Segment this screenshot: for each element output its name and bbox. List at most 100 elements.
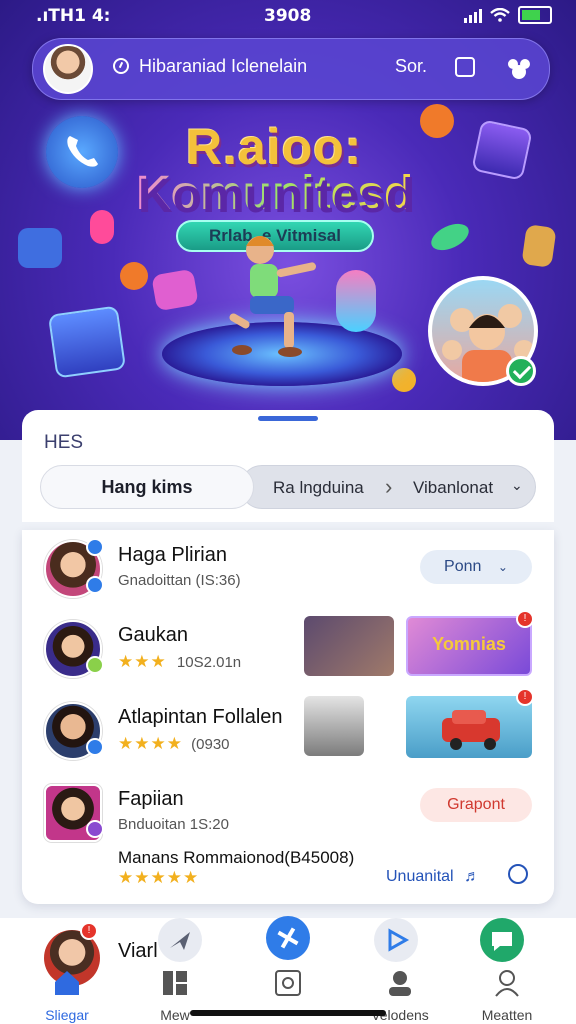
photo-card-icon bbox=[521, 224, 557, 268]
item-rating: ★★★★ (0930 bbox=[118, 734, 230, 754]
chevron-right-icon: › bbox=[385, 474, 393, 499]
profile-icon bbox=[495, 970, 519, 997]
heart-badge-icon bbox=[86, 576, 104, 594]
nav-recycle[interactable] bbox=[243, 968, 333, 1007]
recycle-icon bbox=[275, 970, 301, 996]
nav-home-label: Sliegar bbox=[45, 1007, 89, 1023]
status-center: 3908 bbox=[264, 6, 312, 26]
nav-profile-label: Meatten bbox=[481, 1007, 533, 1023]
group-icon[interactable] bbox=[505, 55, 533, 81]
music-heart-icon bbox=[90, 210, 114, 244]
item-name: Fapiian bbox=[118, 788, 184, 810]
add-fab[interactable] bbox=[266, 916, 310, 960]
filter-hang-button[interactable]: Hang kims bbox=[40, 465, 254, 509]
sparkle-icon bbox=[420, 104, 454, 138]
item-rating: ★★★ 10S2.01n bbox=[118, 652, 241, 672]
status-bar: .ıTH1 4: 3908 bbox=[0, 0, 576, 34]
copy-icon[interactable] bbox=[455, 57, 475, 77]
filter-category-dropdown[interactable]: Ra lngduina › Vibanlonat ⌄ bbox=[240, 465, 536, 509]
home-icon bbox=[55, 971, 79, 995]
join-button-label: Grapont bbox=[447, 796, 505, 813]
promo-label: Yomnias bbox=[432, 634, 506, 654]
item-subtitle: (0930 bbox=[191, 736, 230, 753]
chat-icon bbox=[492, 932, 512, 951]
nav-home[interactable]: Sliegar bbox=[22, 968, 112, 1023]
play-fab[interactable] bbox=[374, 918, 418, 962]
item-name: Atlapintan Follalen bbox=[118, 706, 283, 728]
chat-fab[interactable] bbox=[480, 918, 524, 962]
user-icon bbox=[389, 971, 411, 996]
follow-dropdown-button[interactable]: Ponn ⌄ bbox=[420, 550, 532, 584]
nav-profile[interactable]: Meatten bbox=[462, 968, 552, 1023]
rating-stars: ★★★★★ bbox=[118, 868, 200, 887]
verified-check-icon bbox=[506, 356, 536, 386]
media-card-icon bbox=[47, 305, 127, 379]
list-item[interactable]: Fapiian Bnduoitan 1S:20 Grapont bbox=[22, 774, 554, 854]
follow-button-label: Ponn bbox=[444, 558, 482, 575]
leaf-icon bbox=[427, 218, 473, 256]
list-item[interactable]: Haga Plirian Gnadoittan (IS:36) Ponn ⌄ bbox=[22, 530, 554, 610]
signal-icon bbox=[464, 7, 482, 23]
grid-icon bbox=[163, 971, 187, 995]
chevron-down-icon: ⌄ bbox=[511, 477, 523, 493]
notification-dot: ! bbox=[516, 610, 534, 628]
car-icon bbox=[442, 710, 500, 750]
item-subtitle: 10S2.01n bbox=[176, 654, 242, 671]
profile-avatar[interactable] bbox=[43, 44, 93, 94]
notification-dot bbox=[86, 538, 104, 556]
refresh-icon[interactable] bbox=[508, 864, 528, 884]
item-name: Gaukan bbox=[118, 624, 189, 646]
music-icon: ♬ bbox=[464, 868, 481, 885]
music-note-icon bbox=[471, 119, 533, 181]
sheet-title: HES bbox=[44, 432, 84, 453]
list-item[interactable]: Gaukan ★★★ 10S2.01n Yomnias ! bbox=[22, 610, 554, 690]
dancer-illustration bbox=[229, 236, 317, 357]
notification-dot: ! bbox=[80, 922, 98, 940]
list-item[interactable]: Atlapintan Follalen ★★★★ (0930 ! bbox=[22, 688, 554, 772]
flower-icon bbox=[120, 262, 148, 290]
notification-dot: ! bbox=[516, 688, 534, 706]
footer-link[interactable]: Unuanital ♬ bbox=[386, 868, 480, 886]
play-icon bbox=[388, 928, 410, 952]
photo-thumbnail[interactable] bbox=[304, 616, 394, 676]
status-time: .ıTH1 4: bbox=[36, 6, 111, 26]
footer-summary: Manans Rommaionod(B45008) bbox=[118, 848, 355, 867]
promo-thumbnail[interactable]: Yomnias bbox=[406, 616, 532, 676]
item-name: Haga Plirian bbox=[118, 544, 227, 566]
rating-stars: ★★★ bbox=[118, 652, 167, 671]
search-input[interactable]: Hibaraniad Iclenelain bbox=[139, 56, 307, 77]
ticket-icon bbox=[151, 268, 199, 312]
mascot-character bbox=[336, 270, 376, 332]
footer-link-label: Unuanital bbox=[386, 868, 454, 885]
join-button[interactable]: Grapont bbox=[420, 788, 532, 822]
sort-button[interactable]: Sor. bbox=[395, 56, 427, 77]
home-indicator[interactable] bbox=[190, 1010, 386, 1016]
item-subtitle: Bnduoitan 1S:20 bbox=[118, 816, 229, 833]
photo-thumbnail[interactable] bbox=[304, 696, 364, 756]
search-bar[interactable]: Hibaraniad Iclenelain Sor. bbox=[32, 38, 550, 100]
clock-icon bbox=[113, 58, 129, 74]
battery-icon bbox=[518, 6, 552, 24]
people-list: Haga Plirian Gnadoittan (IS:36) Ponn ⌄ G… bbox=[22, 530, 554, 904]
plus-icon bbox=[277, 927, 299, 949]
hero-subtitle: Komunitesd bbox=[136, 167, 414, 220]
timer-badge-icon bbox=[86, 820, 104, 838]
wifi-icon bbox=[490, 8, 510, 22]
online-badge-icon bbox=[86, 656, 104, 674]
filter-option-b[interactable]: Vibanlonat bbox=[413, 478, 493, 498]
send-fab[interactable] bbox=[158, 918, 202, 962]
car-thumbnail[interactable] bbox=[406, 696, 532, 758]
phone-icon bbox=[46, 116, 118, 188]
coin-icon bbox=[392, 368, 416, 392]
peek-name: Viarl bbox=[118, 940, 158, 962]
send-icon bbox=[170, 932, 190, 950]
rating-stars: ★★★★ bbox=[118, 734, 183, 753]
puzzle-icon bbox=[18, 228, 62, 268]
item-subtitle: Gnadoittan (IS:36) bbox=[118, 572, 241, 589]
chevron-down-icon: ⌄ bbox=[497, 560, 508, 574]
hero-banner: .ıTH1 4: 3908 Hibaraniad Iclenelain Sor.… bbox=[0, 0, 576, 440]
heart-badge-icon bbox=[86, 738, 104, 756]
drag-handle[interactable] bbox=[258, 416, 318, 421]
filter-option-a[interactable]: Ra lngduina bbox=[273, 478, 364, 498]
filter-sheet: HES Ra lngduina › Vibanlonat ⌄ Hang kims bbox=[22, 410, 554, 522]
